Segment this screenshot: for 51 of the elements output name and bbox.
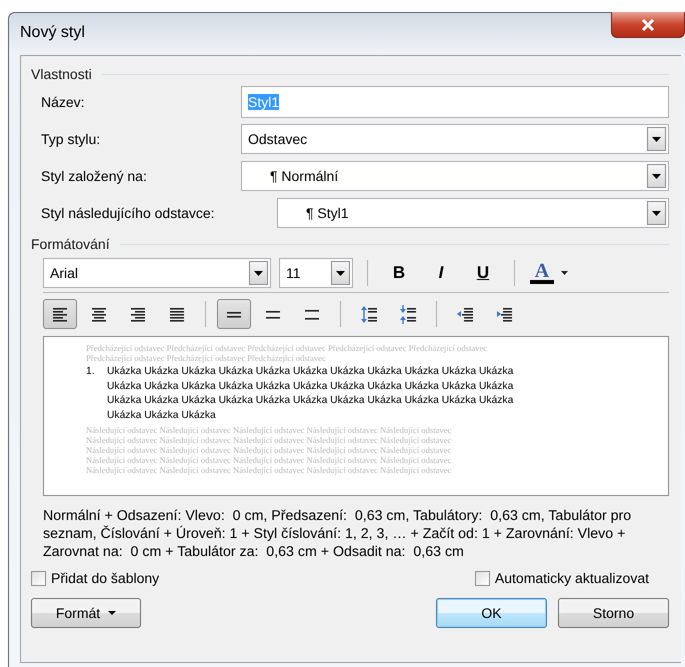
dropdown-value: Odstavec [248,131,308,147]
font-color-button[interactable]: A [529,262,555,284]
checkbox[interactable] [474,570,490,586]
preview-text: Následující odstavec Následující odstavec Následující odstavec Následující odstavec Následující odstavec [86,425,452,435]
style-dropdown[interactable]: ¶ Styl1 [277,198,669,228]
single-spacing-icon [227,310,241,318]
font-dropdown[interactable]: Arial [43,258,271,288]
menu-button[interactable]: Formát [31,598,141,628]
preview-text: Předcházející odstavec Předcházející odstavec Předcházející odstavec Předcházející odstavec Předcházející odstavec [86,343,488,353]
preview-sample-text: Ukázka Ukázka Ukázka Ukázka Ukázka Ukázka Ukázka Ukázka Ukázka Ukázka Ukázka [107,394,514,408]
field-label: Styl založený na: [41,168,148,184]
field-label: Styl následujícího odstavce: [41,205,216,221]
close-icon [641,18,655,30]
style-description: Normální + Odsazení: Vlevo: 0 cm, Předsazení: 0,63 cm, Tabulátory: 0,63 cm, Tabulátor pro seznam, Číslování + Úroveň: 1 + Styl číslování: 1, 2, 3, … + Začít od: 1 + Zarovnání: Vlevo + Zarovnat na: 0 cm + Tabulátor za: 0,63 cm + Odsadit na: 0,63 cm [43,507,632,561]
checkbox[interactable] [31,570,46,586]
spacing-increase-icon [360,304,378,324]
size-dropdown[interactable]: 11 [279,258,353,288]
checkbox-label: Automaticky aktualizovat [494,570,649,586]
spacing-decrease-icon [398,304,418,324]
style-dropdown[interactable]: Odstavec [241,124,669,154]
window-title: Nový styl [20,24,85,42]
dialog-button[interactable]: Storno [558,598,669,628]
preview-text: Následující odstavec Následující odstavec Následující odstavec Následující odstavec Následující odstavec [86,435,452,445]
dialog-button[interactable]: OK [436,598,547,628]
section-label: Formátování [31,236,110,252]
close-button[interactable] [611,12,685,38]
preview-sample-text: Ukázka Ukázka Ukázka Ukázka Ukázka Ukázka Ukázka Ukázka Ukázka Ukázka Ukázka [107,380,514,394]
single-spacing-button[interactable] [217,299,251,329]
field-label: Název: [41,94,86,110]
bold-button[interactable]: B [382,259,416,287]
preview-text: Předcházející odstavec Předcházející odstavec Předcházející odstavec [86,353,327,363]
preview-sample-text: Ukázka Ukázka Ukázka [107,408,217,422]
preview-text: Následující odstavec Následující odstavec Následující odstavec Následující odstavec Následující odstavec [86,445,452,455]
dropdown-value: ¶ Normální [269,168,338,184]
dropdown-value: ¶ Styl1 [305,205,349,221]
style-dropdown[interactable]: ¶ Normální [241,161,669,191]
double-spacing-icon [305,308,319,320]
checkbox-label: Přidat do šablony [51,570,160,586]
field-value: Styl1 [248,94,280,110]
field-label: Typ stylu: [41,131,102,147]
preview-text: Následující odstavec Následující odstavec Následující odstavec Následující odstavec Následující odstavec [86,455,452,465]
preview-text: Následující odstavec Následující odstavec Následující odstavec Následující odstavec Následující odstavec [86,465,452,475]
section-label: Vlastnosti [31,66,92,82]
caret-icon[interactable] [561,271,568,275]
align-left-button[interactable] [43,299,77,329]
italic-button[interactable]: I [424,259,458,287]
list-number: 1. [86,365,96,379]
one-half-spacing-icon [266,310,280,318]
preview-sample-text: Ukázka Ukázka Ukázka Ukázka Ukázka Ukázka Ukázka Ukázka Ukázka Ukázka Ukázka [107,365,514,379]
caret-icon [108,611,116,615]
underline-button[interactable]: U [466,259,500,287]
